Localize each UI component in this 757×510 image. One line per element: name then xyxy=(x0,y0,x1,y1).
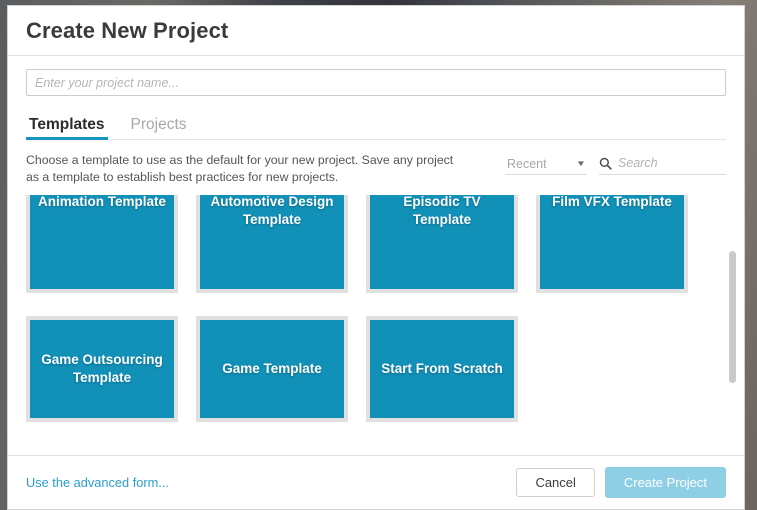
template-tile[interactable]: Game Template xyxy=(196,316,348,422)
search-input[interactable] xyxy=(618,154,726,172)
template-thumbnail: Automotive Design Template xyxy=(200,195,344,289)
template-tile[interactable]: Automotive Design Template xyxy=(196,195,348,293)
dialog-header: Create New Project xyxy=(8,6,744,56)
template-label: Start From Scratch xyxy=(381,361,503,376)
create-new-project-dialog: Create New Project Templates Projects Ch… xyxy=(7,5,745,510)
template-label: Film VFX Template xyxy=(552,195,672,209)
template-thumbnail: Game Outsourcing Template xyxy=(30,320,174,418)
templates-description: Choose a template to use as the default … xyxy=(26,153,454,184)
dialog-title: Create New Project xyxy=(26,17,229,43)
template-label: Episodic TV Template xyxy=(403,195,481,227)
template-tile[interactable]: Film VFX Template xyxy=(536,195,688,293)
tab-projects[interactable]: Projects xyxy=(128,116,190,140)
search-icon xyxy=(599,157,612,170)
template-tile[interactable]: Animation Template xyxy=(26,195,178,293)
sort-dropdown-value: Recent xyxy=(507,156,547,171)
template-tile[interactable]: Game Outsourcing Template xyxy=(26,316,178,422)
template-thumbnail: Game Template xyxy=(200,320,344,418)
footer-buttons: Cancel Create Project xyxy=(516,467,726,498)
chevron-down-icon: ▼ xyxy=(575,159,587,168)
templates-grid: Animation Template Automotive Design Tem… xyxy=(26,195,726,422)
template-label: Animation Template xyxy=(37,195,166,209)
templates-meta-row: Choose a template to use as the default … xyxy=(8,140,744,186)
sort-dropdown[interactable]: Recent ▼ xyxy=(505,155,587,175)
templates-scrollbar[interactable] xyxy=(729,199,736,451)
template-thumbnail: Episodic TV Template xyxy=(370,195,514,289)
template-thumbnail: Animation Template xyxy=(30,195,174,289)
dialog-tabs: Templates Projects xyxy=(26,111,726,140)
dialog-footer: Use the advanced form... Cancel Create P… xyxy=(8,455,744,509)
template-thumbnail: Film VFX Template xyxy=(540,195,684,289)
create-project-button[interactable]: Create Project xyxy=(604,467,726,498)
advanced-form-link[interactable]: Use the advanced form... xyxy=(26,475,169,490)
scrollbar-thumb[interactable] xyxy=(729,251,736,383)
tab-templates[interactable]: Templates xyxy=(26,116,108,140)
project-name-input[interactable] xyxy=(26,69,726,96)
template-thumbnail: Start From Scratch xyxy=(370,320,514,418)
template-tile[interactable]: Episodic TV Template xyxy=(366,195,518,293)
templates-scroll-area: Animation Template Automotive Design Tem… xyxy=(8,195,744,455)
template-label: Game Template xyxy=(222,361,322,376)
cancel-button[interactable]: Cancel xyxy=(516,468,595,497)
search-box[interactable] xyxy=(599,154,726,175)
templates-filters: Recent ▼ xyxy=(505,152,726,175)
project-name-row xyxy=(8,56,744,96)
template-label: Game Outsourcing Template xyxy=(41,352,163,385)
template-label: Automotive Design Template xyxy=(210,195,334,227)
template-tile[interactable]: Start From Scratch xyxy=(366,316,518,422)
